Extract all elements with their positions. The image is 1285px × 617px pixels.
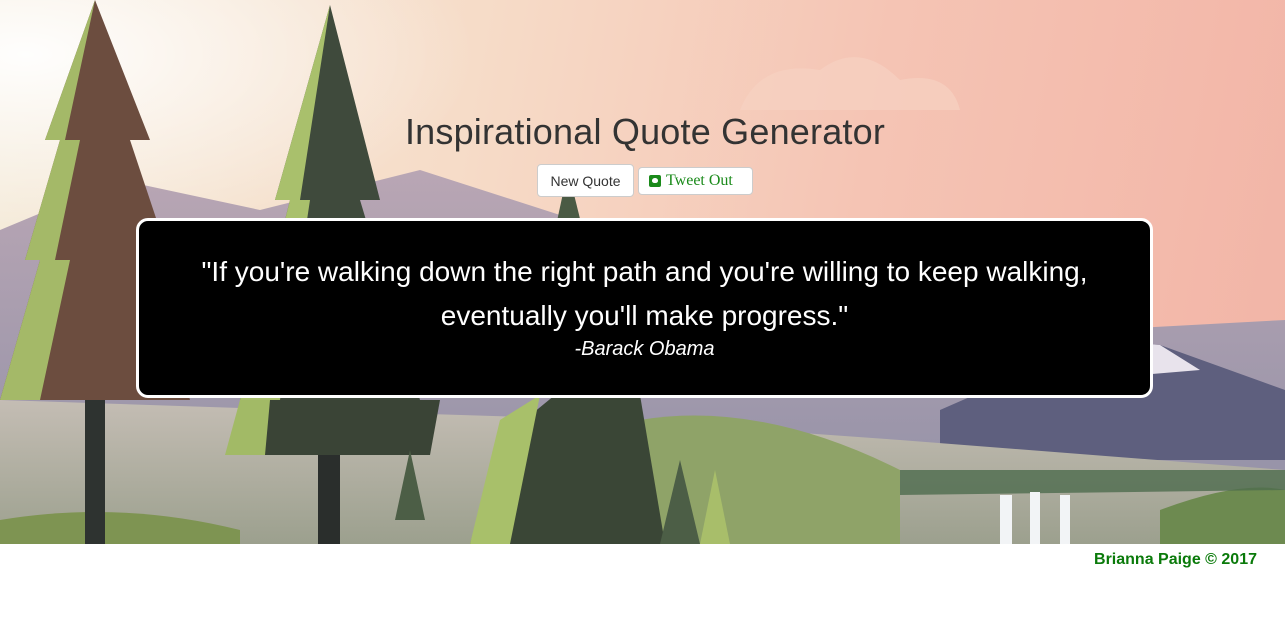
hero-background: Inspirational Quote Generator New Quote … — [0, 0, 1285, 544]
quote-box: "If you're walking down the right path a… — [136, 218, 1153, 398]
quote-text: "If you're walking down the right path a… — [201, 255, 1088, 331]
page-title: Inspirational Quote Generator — [404, 111, 886, 152]
new-quote-button[interactable]: New Quote — [537, 164, 634, 197]
tweet-out-label: Tweet Out — [666, 172, 733, 189]
tweet-out-button[interactable]: Tweet Out — [638, 167, 753, 195]
button-row: New Quote Tweet Out — [537, 164, 753, 197]
quote-author: -Barack Obama — [574, 337, 715, 360]
footer-credit: Brianna Paige © 2017 — [1094, 551, 1257, 568]
twitter-icon — [649, 175, 661, 187]
